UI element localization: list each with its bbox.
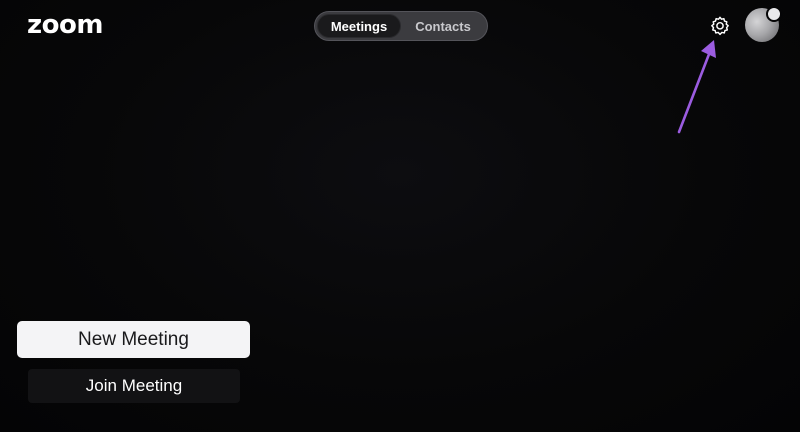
new-meeting-button[interactable]: New Meeting (17, 321, 250, 358)
gear-icon[interactable] (709, 15, 731, 37)
join-meeting-button[interactable]: Join Meeting (28, 369, 240, 403)
tab-switcher: Meetings Contacts (314, 11, 488, 41)
zoom-home-screen: zoom Meetings Contacts New Meeting Join … (0, 0, 800, 432)
annotation-arrow (677, 40, 716, 134)
tab-contacts[interactable]: Contacts (401, 14, 485, 38)
tab-meetings[interactable]: Meetings (317, 14, 401, 38)
status-dot (766, 6, 782, 22)
zoom-logo: zoom (27, 10, 103, 40)
